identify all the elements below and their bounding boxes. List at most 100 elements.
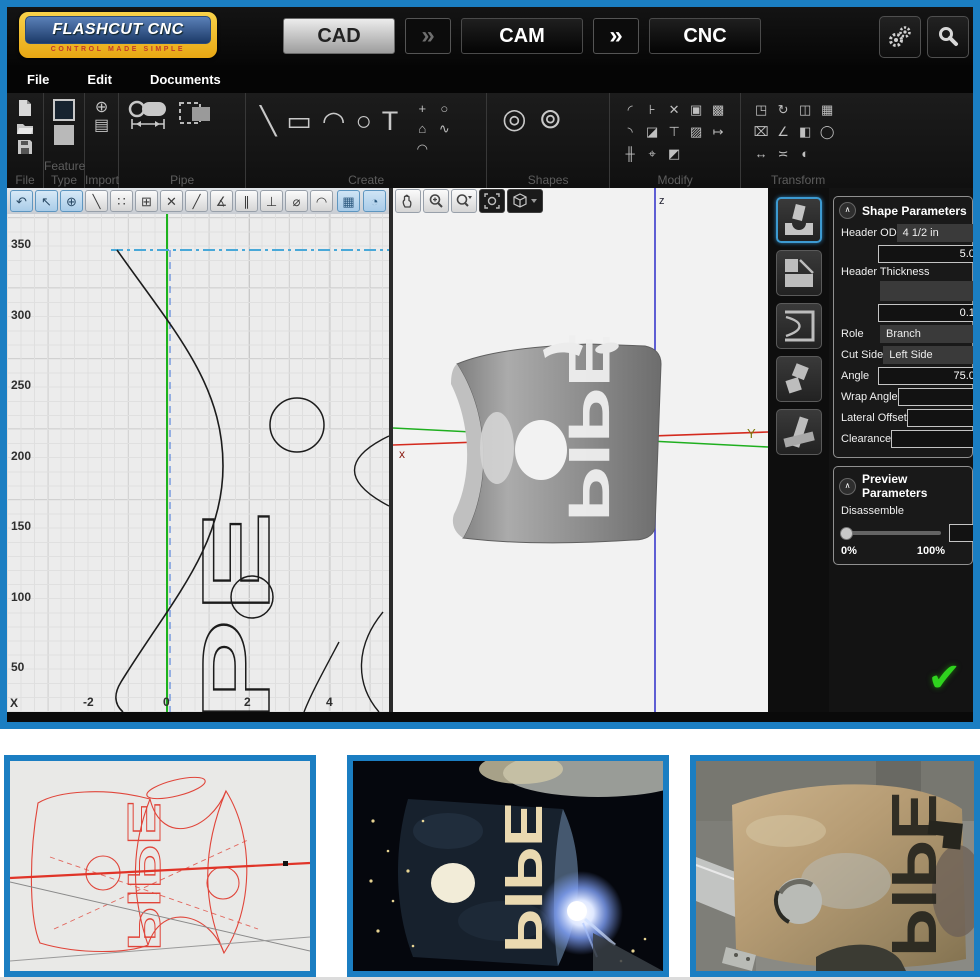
pan-button[interactable] xyxy=(395,189,421,213)
snap-button-0[interactable]: ↶ xyxy=(10,190,33,212)
clearance-input[interactable]: 0.00 xyxy=(891,430,973,448)
canvas-3d[interactable]: z x Y PIPE xyxy=(393,188,768,712)
transform-icon-8[interactable]: ↔ xyxy=(750,143,772,165)
transform-icon-9[interactable]: ≍ xyxy=(772,143,794,165)
open-file-icon[interactable] xyxy=(16,121,34,135)
modify-icon-12[interactable]: ◩ xyxy=(663,143,685,165)
transform-icon-4[interactable]: ⌧ xyxy=(750,121,772,143)
create-small-icon-4[interactable]: ◠ xyxy=(411,139,433,159)
shape-tool-icon-0[interactable]: ◎ xyxy=(502,99,526,139)
header-thickness-dropdown[interactable] xyxy=(880,281,973,301)
menu-edit[interactable]: Edit xyxy=(87,72,112,87)
create-icon-4[interactable]: T xyxy=(382,99,399,143)
modify-icon-11[interactable]: ⌖ xyxy=(641,143,663,165)
cad-to-cam-chevron-icon[interactable]: » xyxy=(405,18,451,54)
snap-button-9[interactable]: ∥ xyxy=(235,190,258,212)
modify-icon-0[interactable]: ◜ xyxy=(619,99,641,121)
search-button[interactable] xyxy=(927,16,969,58)
import-icon-1[interactable]: ▤ xyxy=(94,117,109,135)
zoom-extents-button[interactable] xyxy=(479,189,505,213)
create-icon-2[interactable]: ◠ xyxy=(322,99,346,143)
template-miter-button[interactable] xyxy=(776,250,822,296)
cad-tab[interactable]: CAD xyxy=(283,18,395,54)
modify-icon-2[interactable]: ✕ xyxy=(663,99,685,121)
transform-icon-5[interactable]: ∠ xyxy=(772,121,794,143)
snap-button-1[interactable]: ↖ xyxy=(35,190,58,212)
import-icon-0[interactable]: ⊕ xyxy=(94,99,109,117)
lateral-offset-input[interactable]: 0.00 xyxy=(907,409,973,427)
zoom-options-button[interactable] xyxy=(451,189,477,213)
snap-button-2[interactable]: ⊕ xyxy=(60,190,83,212)
pipe-region-icon[interactable] xyxy=(178,99,212,127)
template-saddle-button[interactable] xyxy=(776,197,822,243)
create-icon-3[interactable]: ○ xyxy=(355,99,371,143)
zoom-in-button[interactable] xyxy=(423,189,449,213)
snap-button-7[interactable]: ╱ xyxy=(185,190,208,212)
slider-thumb[interactable] xyxy=(840,527,853,540)
template-diamonds-button[interactable] xyxy=(776,356,822,402)
new-file-icon[interactable] xyxy=(17,99,33,117)
photo-cad-drawing: PIPE xyxy=(4,755,316,977)
menu-file[interactable]: File xyxy=(27,72,49,87)
view-cube-button[interactable] xyxy=(507,189,543,213)
snap-button-3[interactable]: ╲ xyxy=(85,190,108,212)
wrap-angle-input[interactable]: 0.00 xyxy=(898,388,973,406)
disassemble-value-input[interactable]: 0 xyxy=(949,524,973,542)
angle-input[interactable]: 75.00 xyxy=(878,367,973,385)
modify-icon-8[interactable]: ▨ xyxy=(685,121,707,143)
modify-icon-10[interactable]: ╫ xyxy=(619,143,641,165)
transform-icon-3[interactable]: ▦ xyxy=(816,99,838,121)
canvas-2d[interactable]: PIPE 350 300 250 200 150 100 50 -2 0 2 4… xyxy=(7,214,389,712)
save-file-icon[interactable] xyxy=(17,139,33,155)
snap-button-8[interactable]: ∡ xyxy=(210,190,233,212)
disassemble-slider[interactable] xyxy=(841,531,941,535)
apply-check-icon[interactable]: ✔ xyxy=(927,658,961,698)
feature-plate-icon[interactable] xyxy=(54,125,74,145)
create-small-icon-3[interactable]: ∿ xyxy=(433,119,455,139)
modify-icon-6[interactable]: ◪ xyxy=(641,121,663,143)
gears-icon xyxy=(887,24,913,50)
create-small-icon-1[interactable]: ○ xyxy=(433,99,455,119)
transform-icon-1[interactable]: ↻ xyxy=(772,99,794,121)
create-icon-1[interactable]: ▭ xyxy=(286,99,312,143)
role-dropdown[interactable]: Branch xyxy=(880,325,973,343)
menu-documents[interactable]: Documents xyxy=(150,72,221,87)
grid-toggle-button[interactable]: ▦ xyxy=(337,190,360,212)
snap-button-12[interactable]: ◠ xyxy=(310,190,333,212)
create-small-icon-2[interactable]: ⌂ xyxy=(411,119,433,139)
template-lap-button[interactable] xyxy=(776,409,822,455)
snap-button-5[interactable]: ⊞ xyxy=(135,190,158,212)
header-thickness-input[interactable]: 0.10 xyxy=(878,304,973,322)
shape-tool-icon-1[interactable]: ⊚ xyxy=(539,99,562,139)
transform-icon-7[interactable]: ◯ xyxy=(816,121,838,143)
arc-mode-button[interactable]: ◔ xyxy=(363,190,386,212)
snap-button-4[interactable]: ∷ xyxy=(110,190,133,212)
transform-icon-6[interactable]: ◧ xyxy=(794,121,816,143)
header-od-input[interactable]: 5.00 xyxy=(878,245,973,263)
modify-icon-3[interactable]: ▣ xyxy=(685,99,707,121)
cam-to-cnc-chevron-icon[interactable]: » xyxy=(593,18,639,54)
transform-icon-0[interactable]: ◳ xyxy=(750,99,772,121)
create-small-icon-0[interactable]: + xyxy=(411,99,433,119)
modify-icon-7[interactable]: ⊤ xyxy=(663,121,685,143)
modify-icon-5[interactable]: ◝ xyxy=(619,121,641,143)
snap-button-6[interactable]: ✕ xyxy=(160,190,183,212)
modify-icon-9[interactable]: ↦ xyxy=(707,121,729,143)
collapse-preview-icon[interactable]: ∧ xyxy=(839,478,856,495)
feature-part-icon[interactable] xyxy=(53,99,75,121)
cut-side-dropdown[interactable]: Left Side xyxy=(883,346,973,364)
template-curve-button[interactable] xyxy=(776,303,822,349)
snap-button-10[interactable]: ⊥ xyxy=(260,190,283,212)
modify-icon-1[interactable]: ⊦ xyxy=(641,99,663,121)
collapse-shape-icon[interactable]: ∧ xyxy=(839,202,856,219)
cnc-tab[interactable]: CNC xyxy=(649,18,761,54)
transform-icon-2[interactable]: ◫ xyxy=(794,99,816,121)
create-icon-0[interactable]: ╲ xyxy=(260,99,276,143)
transform-icon-10[interactable]: ◐ xyxy=(794,143,816,165)
snap-button-11[interactable]: ⌀ xyxy=(285,190,308,212)
header-od-dropdown[interactable]: 4 1/2 in xyxy=(897,224,973,242)
pipe-size-icon[interactable] xyxy=(128,99,170,129)
settings-button[interactable] xyxy=(879,16,921,58)
cam-tab[interactable]: CAM xyxy=(461,18,583,54)
modify-icon-4[interactable]: ▩ xyxy=(707,99,729,121)
